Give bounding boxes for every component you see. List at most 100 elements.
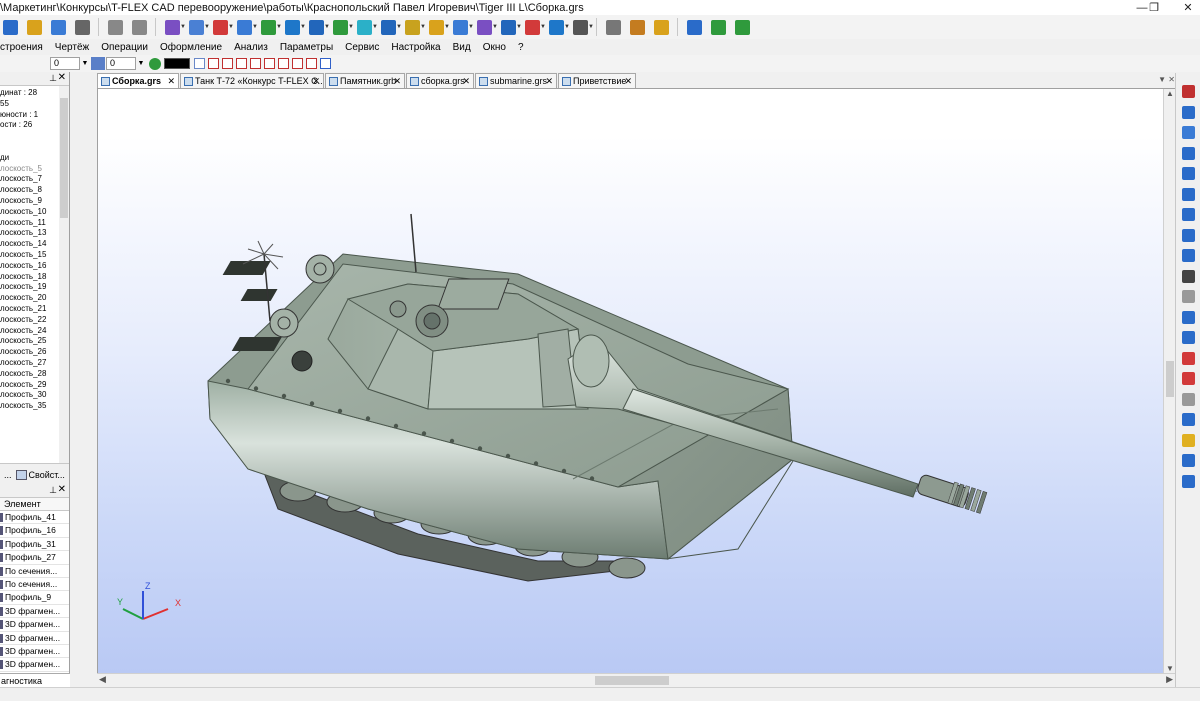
magnet-icon-button[interactable]: [1180, 83, 1197, 100]
coordinate-system-button[interactable]: ▼: [210, 17, 234, 37]
sketch-button[interactable]: ▼: [162, 17, 186, 37]
menu-10[interactable]: ?: [512, 42, 530, 53]
tree-scrollbar[interactable]: [59, 86, 69, 466]
element-row[interactable]: 3D фрагмен...: [0, 618, 69, 632]
tree-item[interactable]: лоскость_35: [0, 401, 60, 412]
glasses-button[interactable]: [1180, 268, 1197, 285]
layers-icon[interactable]: [0, 57, 50, 70]
close-tab-icon[interactable]: ✕: [545, 74, 553, 88]
tree-item[interactable]: [0, 142, 60, 153]
chamfer-button[interactable]: ▼: [426, 17, 450, 37]
doc-tab[interactable]: Сборка.grs ✕: [97, 73, 179, 88]
snap-icon-button[interactable]: [1180, 104, 1197, 121]
frame-view-button[interactable]: [1180, 473, 1197, 490]
tree-item[interactable]: лоскость_7: [0, 174, 60, 185]
horizontal-scroll-thumb[interactable]: [595, 676, 669, 685]
fit-all-button[interactable]: [1180, 165, 1197, 182]
open-folder-button[interactable]: [24, 17, 44, 37]
section-button[interactable]: [1180, 391, 1197, 408]
tree-item[interactable]: лоскость_13: [0, 228, 60, 239]
3d-node-button[interactable]: ▼: [234, 17, 258, 37]
mirror-button[interactable]: ▼: [522, 17, 546, 37]
menu-7[interactable]: Настройка: [385, 42, 446, 53]
element-row[interactable]: Профиль_41: [0, 511, 69, 525]
doc-tab[interactable]: Приветствие ✕: [558, 73, 636, 88]
close-tab-icon[interactable]: ✕: [393, 74, 401, 88]
thicken-button[interactable]: ▼: [474, 17, 498, 37]
properties-button[interactable]: Свойст...: [29, 470, 65, 480]
tree-item[interactable]: лоскость_20: [0, 293, 60, 304]
doc-tab[interactable]: сборка.grs ✕: [406, 73, 474, 88]
boolean-button[interactable]: ▼: [378, 17, 402, 37]
element-row[interactable]: Профиль_31: [0, 538, 69, 552]
style-icon-1[interactable]: [208, 58, 219, 69]
sweep-button[interactable]: ▼: [354, 17, 378, 37]
element-row[interactable]: Профиль_16: [0, 524, 69, 538]
cut-button[interactable]: ▼: [546, 17, 570, 37]
magic-wand-button[interactable]: [708, 17, 728, 37]
menu-9[interactable]: Окно: [477, 42, 512, 53]
tree-item[interactable]: ости : 26: [0, 120, 60, 131]
tree-item[interactable]: лоскость_24: [0, 326, 60, 337]
dimension-button[interactable]: [603, 17, 623, 37]
style-icon-2[interactable]: [222, 58, 233, 69]
element-row[interactable]: По сечения...: [0, 565, 69, 578]
cube-button[interactable]: [1180, 329, 1197, 346]
link-button[interactable]: [684, 17, 704, 37]
tree-item[interactable]: лоскость_30: [0, 390, 60, 401]
column-header-element[interactable]: Элемент: [0, 498, 69, 511]
doc-tab[interactable]: Памятник.grb ✕: [325, 73, 405, 88]
tree-item[interactable]: лоскость_19: [0, 282, 60, 293]
tab-menu-icon[interactable]: ▼ ✕: [1158, 75, 1175, 84]
restore-button[interactable]: ❐: [1136, 0, 1172, 15]
menu-2[interactable]: Операции: [95, 42, 154, 53]
extrusion-button[interactable]: ▼: [282, 17, 306, 37]
level-dropdown-icon[interactable]: ▼: [136, 60, 146, 67]
layer-field[interactable]: 0: [50, 57, 80, 70]
tree-item[interactable]: лоскость_27: [0, 358, 60, 369]
scroll-thumb[interactable]: [60, 98, 68, 218]
tree-item[interactable]: динат : 28: [0, 88, 60, 99]
zoom-window-button[interactable]: [1180, 145, 1197, 162]
layer-dropdown-icon[interactable]: ▼: [80, 60, 90, 67]
doc-tab[interactable]: submarine.grs ✕: [475, 73, 557, 88]
zoom-out-button[interactable]: [1180, 227, 1197, 244]
scroll-up-icon[interactable]: ▲: [1166, 89, 1174, 98]
fillet-button[interactable]: ▼: [402, 17, 426, 37]
style-icon-3[interactable]: [236, 58, 247, 69]
redo-button[interactable]: [129, 17, 149, 37]
menu-3[interactable]: Оформление: [154, 42, 228, 53]
style-icon-9[interactable]: [320, 58, 331, 69]
shading-button[interactable]: [1180, 452, 1197, 469]
workplane-button[interactable]: ▼: [186, 17, 210, 37]
element-row[interactable]: По сечения...: [0, 578, 69, 592]
doc-tab[interactable]: Танк Т-72 «Конкурс T-FLEX С... ✕: [180, 73, 324, 88]
3d-view-button[interactable]: [732, 17, 752, 37]
tree-item[interactable]: [0, 131, 60, 142]
style-icon-5[interactable]: [264, 58, 275, 69]
element-row[interactable]: 3D фрагмен...: [0, 605, 69, 619]
vertical-scroll-thumb[interactable]: [1166, 361, 1174, 397]
tree-item[interactable]: лоскость_22: [0, 315, 60, 326]
menu-5[interactable]: Параметры: [274, 42, 339, 53]
style-icon-4[interactable]: [250, 58, 261, 69]
close-icon[interactable]: ✕: [58, 484, 66, 495]
tree-item[interactable]: лоскость_28: [0, 369, 60, 380]
tree-item[interactable]: лоскость_18: [0, 272, 60, 283]
tree-item[interactable]: 55: [0, 99, 60, 110]
tree-item[interactable]: лоскость_5: [0, 164, 60, 175]
save-button[interactable]: [48, 17, 68, 37]
tree-item[interactable]: лоскость_10: [0, 207, 60, 218]
style-icon-0[interactable]: [194, 58, 205, 69]
help-button[interactable]: [651, 17, 671, 37]
menu-4[interactable]: Анализ: [228, 42, 274, 53]
tree-item[interactable]: лоскость_15: [0, 250, 60, 261]
pin-icon[interactable]: ⊥: [49, 73, 57, 84]
tree-item[interactable]: ди: [0, 153, 60, 164]
tree-item[interactable]: лоскость_29: [0, 380, 60, 391]
close-tab-icon[interactable]: ✕: [167, 74, 175, 88]
menu-6[interactable]: Сервис: [339, 42, 385, 53]
measure-button[interactable]: ▼: [570, 17, 594, 37]
close-tab-icon[interactable]: ✕: [312, 74, 320, 88]
tree-item[interactable]: лоскость_25: [0, 336, 60, 347]
